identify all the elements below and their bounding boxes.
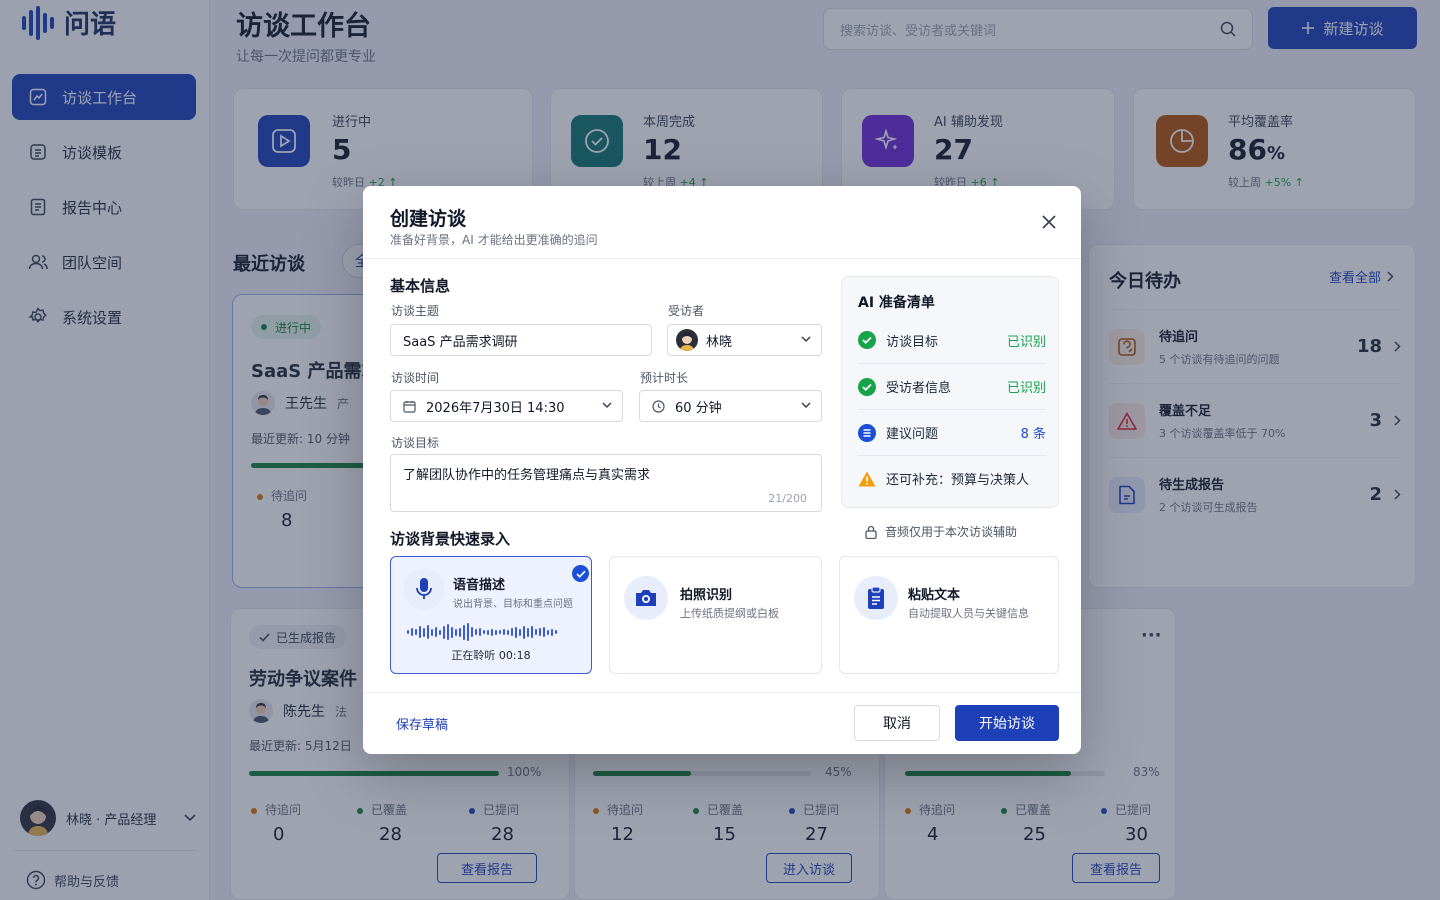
waveform-bar: [463, 624, 465, 640]
goal-char-count: 21/200: [768, 492, 807, 505]
goal-label: 访谈目标: [391, 436, 440, 450]
quick-entry-title: 语音描述: [453, 578, 506, 593]
quick-entry-desc: 自动提取人员与关键信息: [908, 607, 1029, 620]
topic-label: 访谈主题: [391, 304, 440, 318]
waveform-bar: [455, 628, 457, 636]
clipboard-icon: [854, 576, 898, 620]
waveform-bar: [459, 627, 461, 637]
waveform-bar: [515, 626, 517, 638]
duration-select[interactable]: 60 分钟: [639, 390, 822, 422]
waveform-bar: [451, 626, 453, 638]
quick-entry-photo[interactable]: 拍照识别 上传纸质提纲或白板: [609, 556, 822, 674]
waveform-bar: [519, 628, 521, 636]
create-interview-dialog: 创建访谈 准备好背景，AI 才能给出更准确的追问 基本信息 访谈主题 SaaS …: [363, 186, 1081, 754]
interviewee-label: 受访者: [668, 304, 705, 318]
ai-checklist-title: AI 准备清单: [858, 295, 935, 311]
avatar: [676, 329, 698, 351]
waveform-bar: [475, 629, 477, 635]
quick-entry-voice[interactable]: 语音描述 说出背景、目标和重点问题 正在聆听 00:18: [390, 556, 592, 674]
waveform-bar: [531, 626, 533, 638]
ai-checklist-panel: AI 准备清单 访谈目标 已识别 受访者信息 已识别 建议问题 8 条 还可补充：预算…: [841, 276, 1059, 508]
waveform-bar: [443, 625, 445, 639]
waveform-bar: [503, 629, 505, 635]
waveform-bar: [447, 624, 449, 640]
save-draft-link[interactable]: 保存草稿: [396, 714, 448, 733]
chevron-down-icon: [801, 336, 811, 343]
warning-icon: [858, 470, 876, 488]
waveform-bar: [535, 629, 537, 635]
waveform-bar: [527, 627, 529, 637]
dialog-footer-divider: [363, 692, 1081, 693]
waveform-bar: [547, 629, 549, 635]
dialog-divider: [363, 258, 1081, 259]
waveform-bar: [431, 628, 433, 636]
waveform-bar: [487, 629, 489, 635]
waveform-bar: [511, 628, 513, 636]
start-interview-button[interactable]: 开始访谈: [955, 705, 1059, 741]
close-icon[interactable]: [1039, 212, 1059, 232]
microphone-icon: [403, 568, 445, 610]
waveform-bar: [555, 630, 557, 634]
waveform-bar: [483, 630, 485, 634]
list-icon: [858, 423, 876, 442]
time-picker[interactable]: 2026年7月30日 14:30: [390, 390, 623, 422]
waveform-bar: [499, 630, 501, 634]
chevron-down-icon: [801, 402, 811, 409]
ai-item-suggestion: 还可补充：预算与决策人: [858, 455, 1046, 501]
app-root: 问语 访谈工作台 访谈模板 报告中心 团队空间 系统设置 林晓 · 产品经理 帮…: [0, 0, 1440, 900]
quick-entry-desc: 上传纸质提纲或白板: [680, 607, 779, 620]
waveform-bar: [479, 628, 481, 636]
topic-input[interactable]: SaaS 产品需求调研: [390, 324, 652, 356]
clock-icon: [652, 399, 665, 413]
interviewee-select[interactable]: 林晓: [667, 324, 822, 356]
waveform-bar: [471, 627, 473, 637]
cancel-button[interactable]: 取消: [854, 705, 940, 741]
check-circle-icon: [858, 331, 876, 349]
listening-status: 正在聆听 00:18: [451, 649, 531, 662]
waveform-bar: [491, 628, 493, 636]
waveform-bar: [415, 629, 417, 635]
privacy-note: 音频仅用于本次访谈辅助: [865, 523, 1017, 540]
waveform-bar: [551, 628, 553, 636]
camera-icon: [624, 576, 668, 620]
quick-entry-paste[interactable]: 粘贴文本 自动提取人员与关键信息: [839, 556, 1059, 674]
quick-entry-title: 访谈背景快速录入: [390, 530, 511, 548]
waveform-bar: [419, 626, 421, 638]
calendar-icon: [403, 400, 416, 413]
ai-item-interviewee: 受访者信息 已识别: [858, 363, 1046, 409]
dialog-subtitle: 准备好背景，AI 才能给出更准确的追问: [390, 233, 598, 247]
waveform-bar: [411, 628, 413, 636]
dialog-title: 创建访谈: [390, 208, 467, 230]
waveform-bar: [467, 623, 469, 641]
waveform-bar: [439, 629, 441, 635]
waveform-bar: [539, 628, 541, 636]
ai-item-goal: 访谈目标 已识别: [858, 317, 1046, 363]
check-badge-icon: [572, 565, 589, 582]
duration-label: 预计时长: [640, 371, 689, 385]
basic-info-title: 基本信息: [390, 277, 451, 295]
waveform-bar: [423, 627, 425, 637]
waveform-bar: [523, 625, 525, 639]
goal-textarea[interactable]: 了解团队协作中的任务管理痛点与真实需求 21/200: [390, 454, 822, 512]
waveform-bar: [427, 625, 429, 639]
ai-item-questions[interactable]: 建议问题 8 条: [858, 409, 1046, 455]
audio-waveform: [407, 623, 557, 641]
quick-entry-title: 粘贴文本: [908, 588, 961, 603]
waveform-bar: [507, 629, 509, 635]
quick-entry-desc: 说出背景、目标和重点问题: [453, 599, 573, 610]
waveform-bar: [495, 629, 497, 635]
check-circle-icon: [858, 377, 876, 396]
waveform-bar: [407, 630, 409, 634]
chevron-down-icon: [602, 402, 612, 409]
lock-icon: [865, 525, 877, 539]
waveform-bar: [543, 627, 545, 637]
time-label: 访谈时间: [391, 371, 440, 385]
quick-entry-title: 拍照识别: [680, 588, 733, 603]
waveform-bar: [435, 627, 437, 637]
